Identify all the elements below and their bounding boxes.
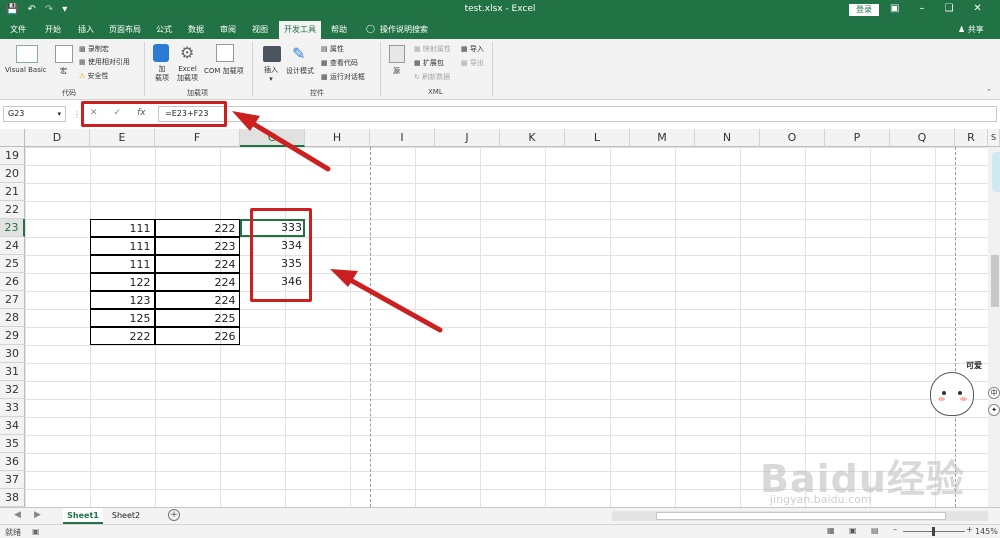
zoom-slider-thumb[interactable]	[932, 527, 935, 536]
zoom-in-button[interactable]: +	[966, 525, 973, 534]
cute-sticker	[930, 372, 974, 416]
zoom-out-button[interactable]: –	[893, 525, 897, 534]
horizontal-scrollbar-thumb[interactable]	[656, 512, 946, 520]
sheet-tab-bar: ◀ ▶ Sheet1 Sheet2 +	[0, 507, 1000, 524]
page-layout-view-icon[interactable]: ▣	[849, 526, 857, 535]
watermark-url: jingyan.baidu.com	[770, 493, 872, 506]
side-button-cn[interactable]: 中	[988, 387, 1000, 399]
arrow-to-results	[330, 269, 443, 333]
sticker-blush	[938, 397, 945, 401]
arrow-to-formula	[232, 111, 331, 172]
add-sheet-button[interactable]: +	[168, 509, 180, 521]
status-bar: 就绪 ▣ ▦ ▣ ▤ – + 145%	[0, 524, 1000, 538]
sheet-next-icon[interactable]: ▶	[34, 510, 41, 520]
zoom-level[interactable]: 145%	[975, 527, 998, 536]
status-ready: 就绪	[5, 528, 21, 537]
sticker-eye	[942, 391, 946, 395]
horizontal-scrollbar[interactable]	[612, 511, 988, 521]
sticker-text: 可爱	[966, 361, 982, 370]
page-break-view-icon[interactable]: ▤	[871, 526, 879, 535]
normal-view-icon[interactable]: ▦	[827, 526, 835, 535]
scrollbar-thumb[interactable]	[991, 255, 999, 307]
macro-record-icon[interactable]: ▣	[32, 527, 40, 536]
sticker-blush	[960, 397, 967, 401]
sheet-tab-sheet2[interactable]: Sheet2	[106, 508, 146, 524]
sheet-tab-sheet1[interactable]: Sheet1	[63, 508, 103, 524]
vertical-scrollbar[interactable]	[988, 147, 1000, 507]
scroll-hint	[992, 152, 1000, 192]
sticker-eye	[958, 391, 962, 395]
excel-window: 💾 ↶ ↷ ▾ test.xlsx - Excel 登录 ▣ – ❏ ✕ 文件 …	[0, 0, 1000, 538]
sheet-prev-icon[interactable]: ◀	[14, 510, 21, 520]
bird-icon[interactable]: ✦	[988, 404, 1000, 416]
